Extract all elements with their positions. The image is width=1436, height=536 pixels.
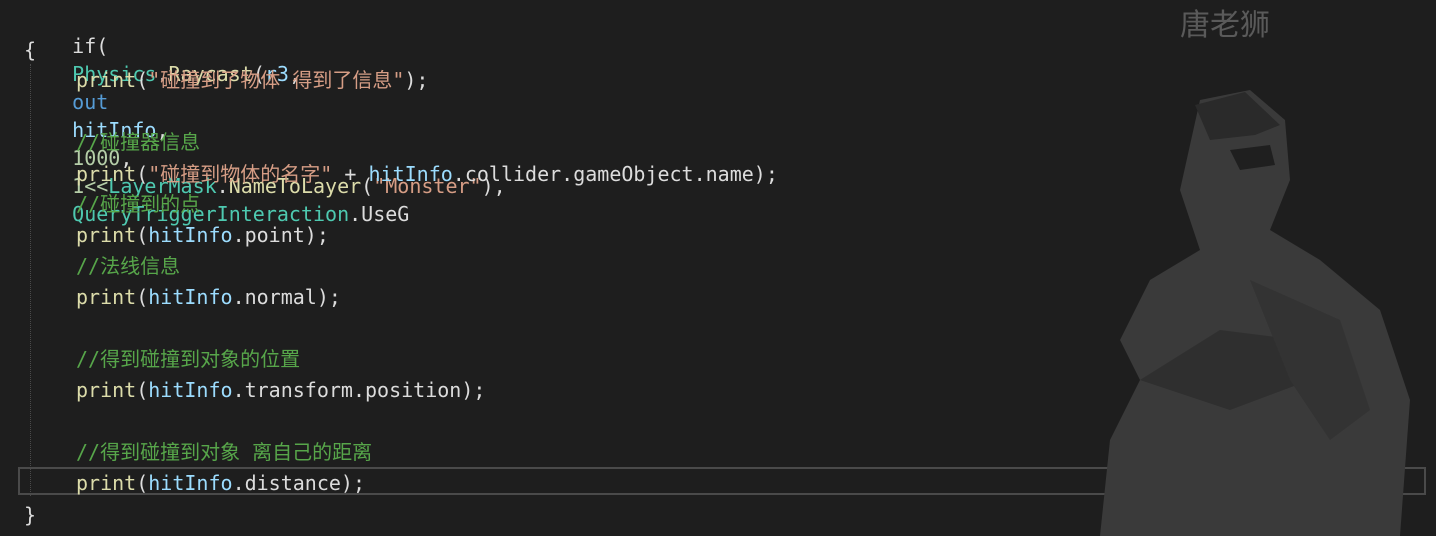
code-line-1[interactable]: if( Physics.Raycast(r3, out hitInfo, 100… <box>24 4 506 226</box>
watermark-text: 唐老狮 <box>1180 8 1270 43</box>
member-access: .distance); <box>232 471 366 495</box>
dot: . <box>349 202 362 226</box>
var-hitinfo: hitInfo <box>148 285 233 309</box>
fn-print: print <box>76 285 137 309</box>
member-access: .collider.gameObject.name); <box>452 162 778 186</box>
fn-print: print <box>76 223 137 247</box>
character-illustration <box>1100 90 1410 536</box>
paren-close: ); <box>404 68 429 92</box>
member-access: .point); <box>232 223 329 247</box>
code-comment-normal[interactable]: //法线信息 <box>76 252 180 280</box>
string-literal: "碰撞到了物体 得到了信息" <box>148 68 405 92</box>
keyword-if: if( <box>72 34 109 58</box>
code-line-16[interactable]: print(hitInfo.distance); <box>76 469 365 497</box>
code-comment-collider[interactable]: //碰撞器信息 <box>76 128 200 156</box>
var-hitinfo: hitInfo <box>148 223 233 247</box>
paren-open: ( <box>136 223 149 247</box>
paren-open: ( <box>136 68 149 92</box>
paren-open: ( <box>136 378 149 402</box>
code-comment-point[interactable]: //碰撞到的点 <box>76 190 200 218</box>
paren-open: ( <box>136 285 149 309</box>
string-literal: "碰撞到物体的名字" <box>148 162 333 186</box>
var-hitinfo: hitInfo <box>148 378 233 402</box>
member-access: .normal); <box>232 285 341 309</box>
fn-print: print <box>76 68 137 92</box>
code-line-10[interactable]: print(hitInfo.normal); <box>76 283 341 311</box>
fn-print: print <box>76 378 137 402</box>
fn-print: print <box>76 162 137 186</box>
code-line-6[interactable]: print("碰撞到物体的名字" + hitInfo.collider.game… <box>76 160 778 188</box>
code-line-3[interactable]: print("碰撞到了物体 得到了信息"); <box>76 66 428 94</box>
enum-value: UseG <box>361 202 410 226</box>
code-line-2[interactable]: { <box>24 36 36 64</box>
var-hitinfo: hitInfo <box>148 471 233 495</box>
code-editor[interactable]: 唐老狮 if( Physics.Raycast(r3, out hitInfo,… <box>0 0 1436 536</box>
code-line-8[interactable]: print(hitInfo.point); <box>76 221 329 249</box>
code-line-17[interactable]: } <box>24 501 36 529</box>
paren-open: ( <box>136 162 149 186</box>
member-access: .transform.position); <box>232 378 486 402</box>
operator-plus: + <box>332 162 369 186</box>
code-line-13[interactable]: print(hitInfo.transform.position); <box>76 376 485 404</box>
paren-open: ( <box>136 471 149 495</box>
var-hitinfo: hitInfo <box>368 162 453 186</box>
fn-print: print <box>76 471 137 495</box>
code-comment-position[interactable]: //得到碰撞到对象的位置 <box>76 345 300 373</box>
code-comment-distance[interactable]: //得到碰撞到对象 离自己的距离 <box>76 438 372 466</box>
